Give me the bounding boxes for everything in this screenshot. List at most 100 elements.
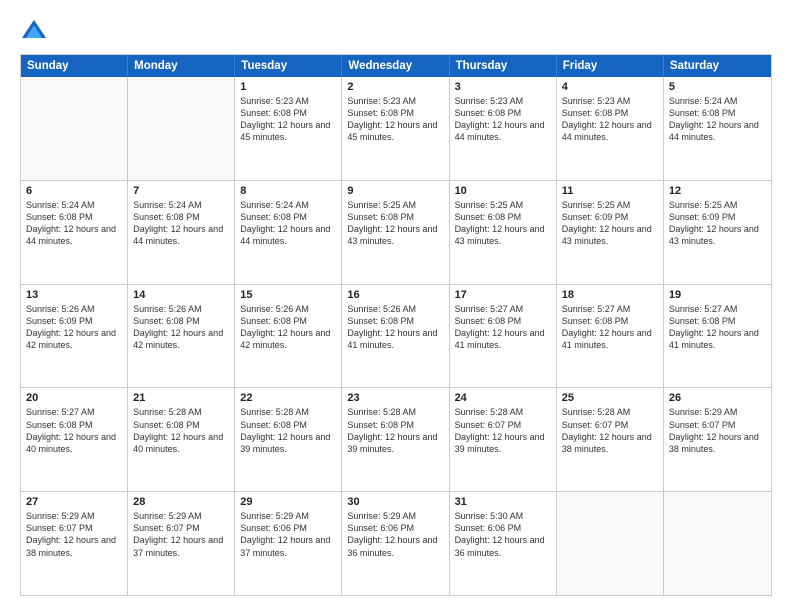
cal-cell: 1Sunrise: 5:23 AM Sunset: 6:08 PM Daylig…	[235, 77, 342, 180]
cal-cell: 18 Sunrise: 5:27 AM Sunset: 6:08 PM Dayli…	[557, 285, 664, 388]
cal-cell: 3 Sunrise: 5:23 AM Sunset: 6:08 PM Daylig…	[450, 77, 557, 180]
logo-icon	[20, 16, 48, 44]
day-number: 28	[133, 496, 229, 508]
cell-info: Sunrise: 5:23 AM Sunset: 6:08 PM Dayligh…	[347, 95, 443, 144]
cal-cell: 12 Sunrise: 5:25 AM Sunset: 6:09 PM Dayli…	[664, 181, 771, 284]
cell-info: Sunrise: 5:29 AM Sunset: 6:06 PM Dayligh…	[240, 510, 336, 559]
day-number: 15	[240, 289, 336, 301]
day-number: 20	[26, 392, 122, 404]
cell-info: Sunrise: 5:29 AM Sunset: 6:07 PM Dayligh…	[26, 510, 122, 559]
day-number: 24	[455, 392, 551, 404]
cal-cell: 13 Sunrise: 5:26 AM Sunset: 6:09 PM Dayli…	[21, 285, 128, 388]
week-row-2: 6 Sunrise: 5:24 AM Sunset: 6:08 PM Daylig…	[21, 180, 771, 284]
cal-cell: 8Sunrise: 5:24 AM Sunset: 6:08 PM Daylig…	[235, 181, 342, 284]
cell-info: Sunrise: 5:25 AM Sunset: 6:08 PM Dayligh…	[455, 199, 551, 248]
cal-cell: 29 Sunrise: 5:29 AM Sunset: 6:06 PM Dayli…	[235, 492, 342, 595]
cell-info: Sunrise: 5:26 AM Sunset: 6:08 PM Dayligh…	[240, 303, 336, 352]
cal-cell: 30 Sunrise: 5:29 AM Sunset: 6:06 PM Dayli…	[342, 492, 449, 595]
header-day-thursday: Thursday	[450, 55, 557, 77]
cal-cell: 19Sunrise: 5:27 AM Sunset: 6:08 PM Dayli…	[664, 285, 771, 388]
cal-cell: 31 Sunrise: 5:30 AM Sunset: 6:06 PM Dayli…	[450, 492, 557, 595]
cal-cell: 10 Sunrise: 5:25 AM Sunset: 6:08 PM Dayli…	[450, 181, 557, 284]
calendar-header: SundayMondayTuesdayWednesdayThursdayFrid…	[21, 55, 771, 77]
cell-info: Sunrise: 5:26 AM Sunset: 6:08 PM Dayligh…	[133, 303, 229, 352]
cell-info: Sunrise: 5:28 AM Sunset: 6:07 PM Dayligh…	[455, 406, 551, 455]
cal-cell: 4Sunrise: 5:23 AM Sunset: 6:08 PM Daylig…	[557, 77, 664, 180]
cal-cell: 17 Sunrise: 5:27 AM Sunset: 6:08 PM Dayli…	[450, 285, 557, 388]
cal-cell: 26Sunrise: 5:29 AM Sunset: 6:07 PM Dayli…	[664, 388, 771, 491]
cal-cell: 28 Sunrise: 5:29 AM Sunset: 6:07 PM Dayli…	[128, 492, 235, 595]
cal-cell: 2 Sunrise: 5:23 AM Sunset: 6:08 PM Daylig…	[342, 77, 449, 180]
day-number: 12	[669, 185, 766, 197]
day-number: 31	[455, 496, 551, 508]
cal-cell: 20 Sunrise: 5:27 AM Sunset: 6:08 PM Dayli…	[21, 388, 128, 491]
cal-cell	[21, 77, 128, 180]
logo	[20, 16, 52, 44]
cell-info: Sunrise: 5:29 AM Sunset: 6:06 PM Dayligh…	[347, 510, 443, 559]
header-day-tuesday: Tuesday	[235, 55, 342, 77]
header-day-saturday: Saturday	[664, 55, 771, 77]
cal-cell: 24 Sunrise: 5:28 AM Sunset: 6:07 PM Dayli…	[450, 388, 557, 491]
day-number: 18	[562, 289, 658, 301]
cell-info: Sunrise: 5:25 AM Sunset: 6:08 PM Dayligh…	[347, 199, 443, 248]
week-row-3: 13 Sunrise: 5:26 AM Sunset: 6:09 PM Dayli…	[21, 284, 771, 388]
cell-info: Sunrise: 5:29 AM Sunset: 6:07 PM Dayligh…	[669, 406, 766, 455]
cal-cell: 27Sunrise: 5:29 AM Sunset: 6:07 PM Dayli…	[21, 492, 128, 595]
cell-info: Sunrise: 5:27 AM Sunset: 6:08 PM Dayligh…	[669, 303, 766, 352]
calendar-body: 1 Sunrise: 5:23 AM Sunset: 6:08 PM Daylig…	[21, 77, 771, 595]
day-number: 30	[347, 496, 443, 508]
cal-cell: 9 Sunrise: 5:25 AM Sunset: 6:08 PM Daylig…	[342, 181, 449, 284]
day-number: 23	[347, 392, 443, 404]
cal-cell: 22Sunrise: 5:28 AM Sunset: 6:08 PM Dayli…	[235, 388, 342, 491]
cell-info: Sunrise: 5:23 AM Sunset: 6:08 PM Dayligh…	[455, 95, 551, 144]
week-row-4: 20 Sunrise: 5:27 AM Sunset: 6:08 PM Dayli…	[21, 387, 771, 491]
cal-cell: 14Sunrise: 5:26 AM Sunset: 6:08 PM Dayli…	[128, 285, 235, 388]
cal-cell: 21 Sunrise: 5:28 AM Sunset: 6:08 PM Dayli…	[128, 388, 235, 491]
cell-info: Sunrise: 5:24 AM Sunset: 6:08 PM Dayligh…	[240, 199, 336, 248]
cal-cell	[557, 492, 664, 595]
cal-cell: 25Sunrise: 5:28 AM Sunset: 6:07 PM Dayli…	[557, 388, 664, 491]
cell-info: Sunrise: 5:28 AM Sunset: 6:08 PM Dayligh…	[240, 406, 336, 455]
cell-info: Sunrise: 5:28 AM Sunset: 6:07 PM Dayligh…	[562, 406, 658, 455]
cell-info: Sunrise: 5:26 AM Sunset: 6:08 PM Dayligh…	[347, 303, 443, 352]
cal-cell: 5 Sunrise: 5:24 AM Sunset: 6:08 PM Daylig…	[664, 77, 771, 180]
cell-info: Sunrise: 5:23 AM Sunset: 6:08 PM Dayligh…	[562, 95, 658, 144]
header-day-friday: Friday	[557, 55, 664, 77]
cell-info: Sunrise: 5:28 AM Sunset: 6:08 PM Dayligh…	[133, 406, 229, 455]
day-number: 1	[240, 81, 336, 93]
cal-cell: 23 Sunrise: 5:28 AM Sunset: 6:08 PM Dayli…	[342, 388, 449, 491]
cell-info: Sunrise: 5:24 AM Sunset: 6:08 PM Dayligh…	[133, 199, 229, 248]
day-number: 16	[347, 289, 443, 301]
page: SundayMondayTuesdayWednesdayThursdayFrid…	[0, 0, 792, 612]
day-number: 6	[26, 185, 122, 197]
day-number: 17	[455, 289, 551, 301]
day-number: 2	[347, 81, 443, 93]
cell-info: Sunrise: 5:29 AM Sunset: 6:07 PM Dayligh…	[133, 510, 229, 559]
cal-cell: 6 Sunrise: 5:24 AM Sunset: 6:08 PM Daylig…	[21, 181, 128, 284]
week-row-1: 1 Sunrise: 5:23 AM Sunset: 6:08 PM Daylig…	[21, 77, 771, 180]
cal-cell: 7 Sunrise: 5:24 AM Sunset: 6:08 PM Daylig…	[128, 181, 235, 284]
cell-info: Sunrise: 5:27 AM Sunset: 6:08 PM Dayligh…	[455, 303, 551, 352]
day-number: 21	[133, 392, 229, 404]
day-number: 3	[455, 81, 551, 93]
header-day-sunday: Sunday	[21, 55, 128, 77]
header	[20, 16, 772, 44]
cell-info: Sunrise: 5:27 AM Sunset: 6:08 PM Dayligh…	[26, 406, 122, 455]
cell-info: Sunrise: 5:25 AM Sunset: 6:09 PM Dayligh…	[669, 199, 766, 248]
cell-info: Sunrise: 5:24 AM Sunset: 6:08 PM Dayligh…	[26, 199, 122, 248]
cell-info: Sunrise: 5:27 AM Sunset: 6:08 PM Dayligh…	[562, 303, 658, 352]
cell-info: Sunrise: 5:28 AM Sunset: 6:08 PM Dayligh…	[347, 406, 443, 455]
day-number: 29	[240, 496, 336, 508]
header-day-monday: Monday	[128, 55, 235, 77]
day-number: 13	[26, 289, 122, 301]
day-number: 9	[347, 185, 443, 197]
cell-info: Sunrise: 5:24 AM Sunset: 6:08 PM Dayligh…	[669, 95, 766, 144]
day-number: 10	[455, 185, 551, 197]
day-number: 11	[562, 185, 658, 197]
cell-info: Sunrise: 5:30 AM Sunset: 6:06 PM Dayligh…	[455, 510, 551, 559]
cal-cell: 16 Sunrise: 5:26 AM Sunset: 6:08 PM Dayli…	[342, 285, 449, 388]
day-number: 5	[669, 81, 766, 93]
calendar: SundayMondayTuesdayWednesdayThursdayFrid…	[20, 54, 772, 596]
day-number: 7	[133, 185, 229, 197]
cell-info: Sunrise: 5:26 AM Sunset: 6:09 PM Dayligh…	[26, 303, 122, 352]
